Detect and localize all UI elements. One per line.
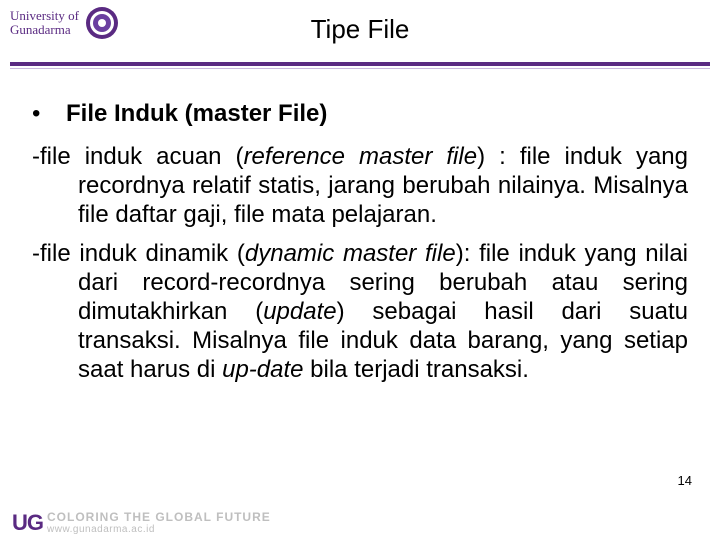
slide-content: • File Induk (master File) -file induk a… — [32, 100, 688, 488]
footer-tagline: COLORING THE GLOBAL FUTURE — [47, 511, 271, 524]
footer-text-block: COLORING THE GLOBAL FUTURE www.gunadarma… — [47, 511, 271, 535]
para2-prefix: -file induk dinamik ( — [32, 240, 245, 267]
bullet-marker: • — [32, 100, 66, 128]
footer-url: www.gunadarma.ac.id — [47, 524, 271, 535]
header-rule-light — [10, 68, 710, 69]
paragraph-reference-master: -file induk acuan (reference master file… — [32, 142, 688, 229]
bullet-label: File Induk (master File) — [66, 100, 327, 127]
slide-number: 14 — [678, 473, 692, 488]
para2-italic3: up-date — [222, 356, 303, 383]
logo-line1: University of — [10, 9, 79, 23]
footer-ug-mark: UG — [12, 510, 43, 536]
bullet-text: File Induk (master File) — [66, 100, 327, 128]
footer-logo: UG COLORING THE GLOBAL FUTURE www.gunada… — [12, 510, 271, 536]
para2-italic1: dynamic master file — [245, 240, 456, 267]
para2-end: bila terjadi transaksi. — [304, 356, 529, 383]
logo-line2: Gunadarma — [10, 23, 79, 37]
university-logo: University of Gunadarma — [10, 6, 119, 40]
para1-italic: reference master file — [244, 143, 478, 170]
slide-footer: UG COLORING THE GLOBAL FUTURE www.gunada… — [0, 498, 720, 540]
para1-prefix: -file induk acuan ( — [32, 143, 244, 170]
bullet-item: • File Induk (master File) — [32, 100, 688, 128]
header-rule-dark — [10, 62, 710, 66]
paragraph-dynamic-master: -file induk dinamik (dynamic master file… — [32, 239, 688, 384]
para2-italic2: update — [263, 298, 336, 325]
crest-icon — [85, 6, 119, 40]
slide-header: University of Gunadarma Tipe File — [0, 0, 720, 70]
logo-text: University of Gunadarma — [10, 9, 79, 36]
